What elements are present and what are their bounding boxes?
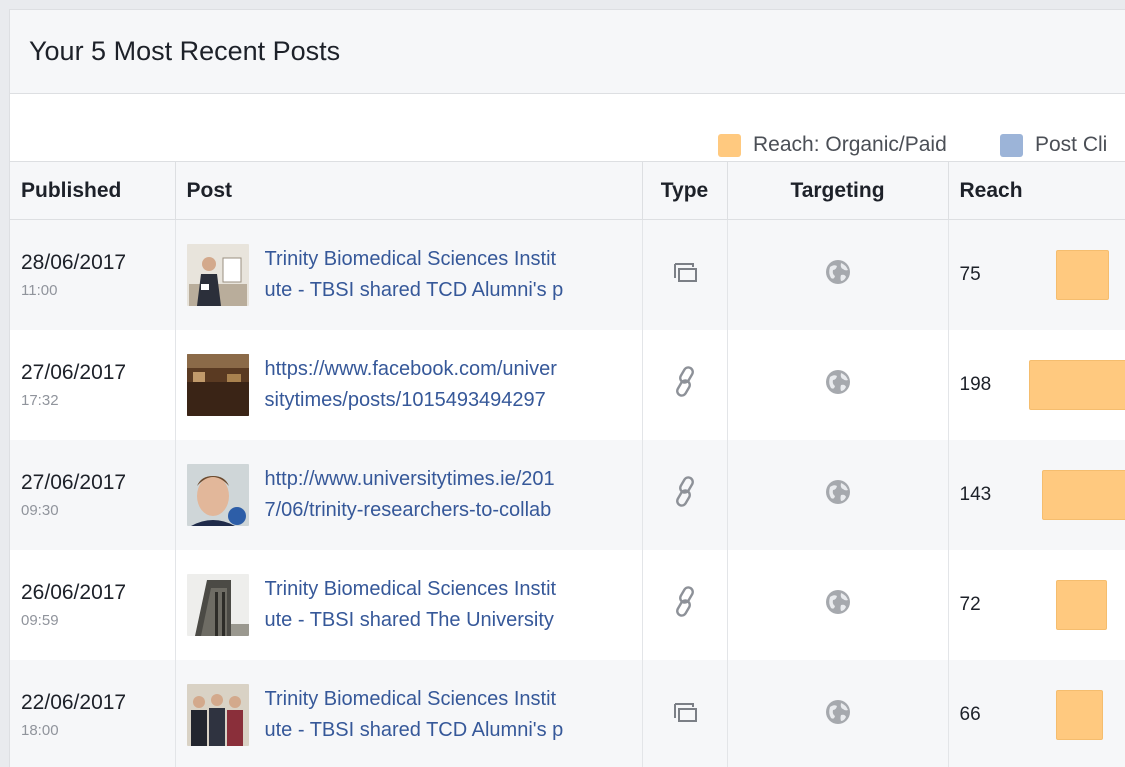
column-header-targeting[interactable]: Targeting — [727, 161, 949, 220]
table-row: 22/06/2017 18:00 Trinity Biomedical Scie… — [10, 659, 1125, 767]
globe-icon[interactable] — [824, 260, 852, 290]
post-link[interactable]: Trinity Biomedical Sciences Instit ute -… — [265, 574, 621, 636]
reach-cell: 198 — [948, 329, 1125, 440]
post-text-line-2[interactable]: ute - TBSI shared TCD Alumni's p — [265, 275, 621, 306]
panel-header: Your 5 Most Recent Posts — [10, 10, 1125, 94]
published-time: 11:00 — [21, 281, 58, 299]
post-cell: Trinity Biomedical Sciences Instit ute -… — [175, 219, 643, 330]
reach-cell: 72 — [948, 549, 1125, 660]
column-header-type[interactable]: Type — [642, 161, 728, 220]
legend-swatch-post-clicks — [1000, 133, 1023, 157]
targeting-cell — [727, 659, 949, 767]
legend-label-post-clicks: Post Cli — [1035, 133, 1108, 156]
type-cell — [642, 329, 728, 440]
reach-bar[interactable] — [1028, 359, 1125, 410]
published-date: 26/06/2017 — [21, 580, 127, 604]
post-text-line-2[interactable]: ute - TBSI shared The University — [265, 605, 621, 636]
published-cell: 27/06/2017 09:30 — [10, 439, 176, 550]
legend: Reach: Organic/Paid Post Cli — [10, 95, 1125, 161]
post-cell: https://www.facebook.com/univer sitytime… — [175, 329, 643, 440]
post-cell: http://www.universitytimes.ie/201 7/06/t… — [175, 439, 643, 550]
post-text-line-1[interactable]: http://www.universitytimes.ie/201 — [265, 464, 621, 495]
post-link[interactable]: http://www.universitytimes.ie/201 7/06/t… — [265, 464, 621, 526]
post-text-line-2[interactable]: ute - TBSI shared TCD Alumni's p — [265, 715, 621, 746]
targeting-cell — [727, 219, 949, 330]
published-cell: 27/06/2017 17:32 — [10, 329, 176, 440]
post-link[interactable]: https://www.facebook.com/univer sitytime… — [265, 354, 621, 416]
targeting-cell — [727, 329, 949, 440]
post-cell: Trinity Biomedical Sciences Instit ute -… — [175, 659, 643, 767]
globe-icon[interactable] — [824, 480, 852, 510]
type-cell — [642, 659, 728, 767]
globe-icon[interactable] — [824, 590, 852, 620]
reach-value: 72 — [959, 593, 981, 615]
reach-value: 198 — [959, 373, 992, 395]
album-icon — [672, 703, 698, 727]
reach-value: 75 — [959, 263, 981, 285]
globe-icon[interactable] — [824, 700, 852, 730]
type-cell — [642, 219, 728, 330]
type-cell — [642, 549, 728, 660]
post-thumbnail[interactable] — [186, 243, 249, 306]
post-text-line-1[interactable]: Trinity Biomedical Sciences Instit — [265, 684, 621, 715]
post-link[interactable]: Trinity Biomedical Sciences Instit ute -… — [265, 684, 621, 746]
column-header-reach[interactable]: Reach — [948, 161, 1125, 220]
recent-posts-panel: Your 5 Most Recent Posts Reach: Organic/… — [9, 9, 1125, 767]
legend-item-reach: Reach: Organic/Paid — [718, 133, 947, 157]
legend-swatch-reach — [718, 133, 741, 157]
album-icon — [672, 263, 698, 287]
post-text-line-1[interactable]: Trinity Biomedical Sciences Instit — [265, 574, 621, 605]
table-row: 27/06/2017 17:32 https://www.facebook.co… — [10, 329, 1125, 440]
legend-item-post-clicks: Post Cli — [1000, 133, 1107, 157]
type-cell — [642, 439, 728, 550]
panel-title: Your 5 Most Recent Posts — [29, 36, 341, 66]
published-date: 27/06/2017 — [21, 360, 127, 384]
link-icon — [672, 366, 698, 403]
published-date: 27/06/2017 — [21, 470, 127, 494]
published-date: 28/06/2017 — [21, 250, 127, 274]
column-header-published[interactable]: Published — [10, 161, 176, 220]
post-thumbnail[interactable] — [186, 463, 249, 526]
targeting-cell — [727, 439, 949, 550]
published-cell: 22/06/2017 18:00 — [10, 659, 176, 767]
published-time: 09:30 — [21, 501, 59, 519]
reach-bar[interactable] — [1055, 689, 1103, 740]
reach-cell: 66 — [948, 659, 1125, 767]
post-thumbnail[interactable] — [186, 683, 249, 746]
reach-bar[interactable] — [1055, 249, 1109, 300]
post-cell: Trinity Biomedical Sciences Instit ute -… — [175, 549, 643, 660]
table-row: 27/06/2017 09:30 http://www.universityti… — [10, 439, 1125, 550]
reach-value: 66 — [959, 703, 981, 725]
post-thumbnail[interactable] — [186, 573, 249, 636]
published-time: 09:59 — [21, 611, 59, 629]
legend-label-reach: Reach: Organic/Paid — [753, 133, 947, 156]
reach-cell: 75 — [948, 219, 1125, 330]
targeting-cell — [727, 549, 949, 660]
published-cell: 28/06/2017 11:00 — [10, 219, 176, 330]
posts-table: Published Post Type Targeting Reach 28/0… — [10, 161, 1125, 767]
table-row: 28/06/2017 11:00 Trinity Biomedical Scie… — [10, 219, 1125, 330]
globe-icon[interactable] — [824, 370, 852, 400]
reach-bar[interactable] — [1042, 469, 1125, 520]
reach-value: 143 — [959, 483, 992, 505]
post-text-line-2[interactable]: 7/06/trinity-researchers-to-collab — [265, 495, 621, 526]
published-date: 22/06/2017 — [21, 690, 127, 714]
post-text-line-1[interactable]: Trinity Biomedical Sciences Instit — [265, 244, 621, 275]
link-icon — [672, 476, 698, 513]
published-time: 17:32 — [21, 391, 59, 409]
column-header-post[interactable]: Post — [175, 161, 643, 220]
post-text-line-1[interactable]: https://www.facebook.com/univer — [265, 354, 621, 385]
published-cell: 26/06/2017 09:59 — [10, 549, 176, 660]
post-link[interactable]: Trinity Biomedical Sciences Instit ute -… — [265, 244, 621, 306]
table-row: 26/06/2017 09:59 Trinity Biomedical Scie… — [10, 549, 1125, 660]
published-time: 18:00 — [21, 721, 59, 739]
link-icon — [672, 586, 698, 623]
reach-bar[interactable] — [1055, 579, 1107, 630]
post-thumbnail[interactable] — [186, 353, 249, 416]
table-header-row: Published Post Type Targeting Reach — [10, 161, 1125, 220]
post-text-line-2[interactable]: sitytimes/posts/1015493494297 — [265, 385, 621, 416]
reach-cell: 143 — [948, 439, 1125, 550]
